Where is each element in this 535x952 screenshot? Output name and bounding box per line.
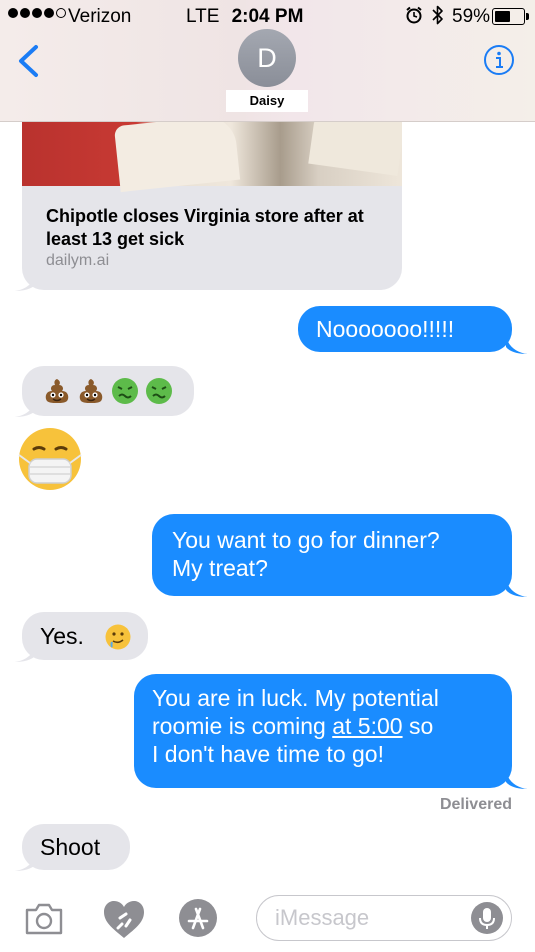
bubble-tail xyxy=(14,641,36,662)
emoji-row xyxy=(42,376,174,406)
message-bubble-incoming[interactable]: Shoot xyxy=(22,824,130,870)
nauseated-face-emoji xyxy=(112,378,138,404)
alarm-icon xyxy=(406,6,422,24)
microphone-button[interactable] xyxy=(471,902,503,934)
message-text: Shoot xyxy=(40,834,101,860)
message-bubble-outgoing[interactable]: You are in luck. My potential roomie is … xyxy=(134,674,512,788)
bubble-tail xyxy=(506,333,528,354)
message-bubble-outgoing[interactable]: Nooooooo!!!!! xyxy=(298,306,512,352)
avatar[interactable]: D xyxy=(238,29,296,87)
bubble-tail xyxy=(506,768,528,789)
app-store-icon[interactable] xyxy=(178,898,218,938)
drooling-face-emoji xyxy=(105,624,131,650)
battery-percent: 59% xyxy=(452,6,491,27)
link-preview-domain: dailym.ai xyxy=(46,252,110,269)
battery-level xyxy=(495,11,511,22)
conversation-view[interactable]: Chipotle closes Virginia store after at … xyxy=(0,0,535,952)
pile-of-poo-emoji xyxy=(79,379,103,403)
info-icon[interactable] xyxy=(483,44,515,76)
message-text: Nooooooo!!!!! xyxy=(316,316,455,342)
bubble-tail xyxy=(14,850,36,871)
time-detected-link[interactable]: at 5:00 xyxy=(332,713,402,739)
bubble-tail xyxy=(14,396,36,417)
battery-icon xyxy=(492,8,525,25)
bubble-tail xyxy=(14,270,36,291)
battery-cap xyxy=(526,13,529,20)
microphone-icon xyxy=(479,908,495,929)
wrapped-burrito-shape xyxy=(113,113,241,193)
message-bubble-incoming[interactable] xyxy=(22,366,194,416)
link-preview-title: Chipotle closes Virginia store after at … xyxy=(46,206,364,249)
face-with-medical-mask-emoji[interactable] xyxy=(16,425,84,493)
message-input[interactable]: iMessage xyxy=(256,895,512,941)
back-chevron-icon[interactable] xyxy=(14,44,44,78)
message-bubble-incoming[interactable]: Yes. xyxy=(22,612,148,660)
bluetooth-icon xyxy=(432,5,443,25)
pile-of-poo-emoji xyxy=(45,379,69,403)
bubble-tail xyxy=(506,576,528,597)
delivery-status: Delivered xyxy=(439,796,512,813)
digital-touch-icon[interactable] xyxy=(102,900,146,940)
contact-name[interactable]: Daisy xyxy=(226,90,308,112)
camera-icon[interactable] xyxy=(24,902,64,936)
message-text: You are in luck. My potential roomie is … xyxy=(152,685,439,767)
message-input-placeholder: iMessage xyxy=(275,905,370,930)
message-bubble-outgoing[interactable]: You want to go for dinner? My treat? xyxy=(152,514,512,596)
message-text: You want to go for dinner? My treat? xyxy=(172,527,440,581)
message-text: Yes. xyxy=(40,623,84,649)
compose-bar: iMessage xyxy=(0,880,535,952)
status-bar: Verizon LTE 2:04 PM 59% xyxy=(0,0,535,36)
nauseated-face-emoji xyxy=(146,378,172,404)
